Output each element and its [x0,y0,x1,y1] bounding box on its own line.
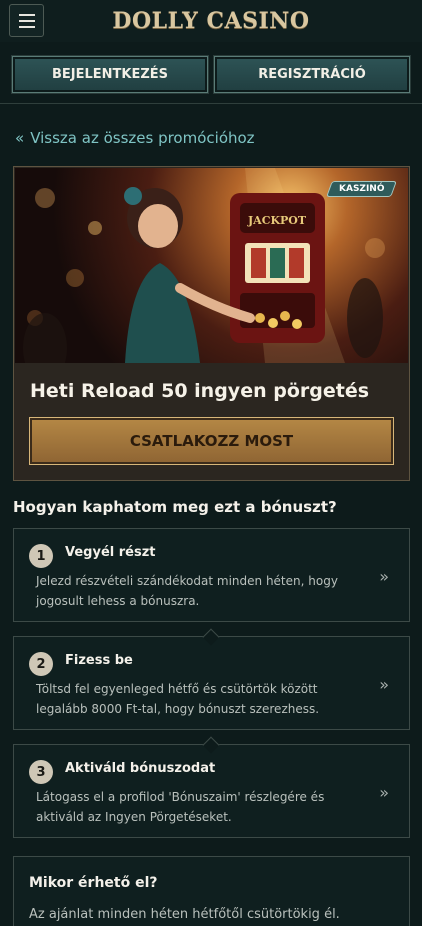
site-logo[interactable]: DOLLY CASINO [112,8,309,34]
casino-illustration: JACKPOT [23,168,385,363]
connector-notch [202,628,220,646]
join-now-button[interactable]: CSATLAKOZZ MOST [29,417,394,465]
double-chevron-left-icon: « [15,129,25,147]
step-card-2[interactable]: 2 Fizess be Töltsd fel egyenleged hétfő … [13,628,410,730]
how-to-get-bonus-heading: Hogyan kaphatom meg ezt a bónuszt? [13,498,337,516]
category-badge: KASZINÓ [325,181,397,197]
double-chevron-right-icon: » [379,567,389,586]
step-card-1[interactable]: 1 Vegyél részt Jelezd részvételi szándék… [13,528,410,622]
register-button[interactable]: REGISZTRÁCIÓ [214,56,410,93]
step-text: Jelezd részvételi szándékodat minden hét… [36,574,338,608]
availability-title: Mikor érhető el? [29,875,158,891]
promo-title: Heti Reload 50 ingyen pörgetés [30,380,370,402]
step-title: Fizess be [65,653,133,668]
promo-card: JACKPOT KASZINÓ Heti Reload 50 ingyen pö… [13,166,410,481]
step-card-3[interactable]: 3 Aktiváld bónuszodat Látogass el a prof… [13,736,410,838]
double-chevron-right-icon: » [379,675,389,694]
step-text: Látogass el a profilod 'Bónuszaim' részl… [36,790,325,824]
availability-card: Mikor érhető el? Az ajánlat minden héten… [13,856,410,926]
step-text: Töltsd fel egyenleged hétfő és csütörtök… [36,682,320,716]
step-number: 3 [29,760,53,784]
hamburger-icon[interactable] [9,4,44,37]
double-chevron-right-icon: » [379,783,389,802]
connector-notch [202,736,220,754]
top-bar: DOLLY CASINO [0,0,422,42]
back-link-label: Vissza az összes promócióhoz [30,129,255,147]
svg-text:JACKPOT: JACKPOT [247,214,307,227]
login-button[interactable]: BEJELENTKEZÉS [12,56,208,93]
step-title: Vegyél részt [65,545,156,560]
step-title: Aktiváld bónuszodat [65,761,216,776]
step-number: 2 [29,652,53,676]
step-number: 1 [29,544,53,568]
back-to-promotions-link[interactable]: « Vissza az összes promócióhoz [15,129,255,147]
promo-image: JACKPOT KASZINÓ [15,168,408,363]
auth-buttons: BEJELENTKEZÉS REGISZTRÁCIÓ [0,48,422,104]
availability-text: Az ajánlat minden héten hétfőtől csütört… [29,907,340,922]
header-divider [0,103,422,104]
